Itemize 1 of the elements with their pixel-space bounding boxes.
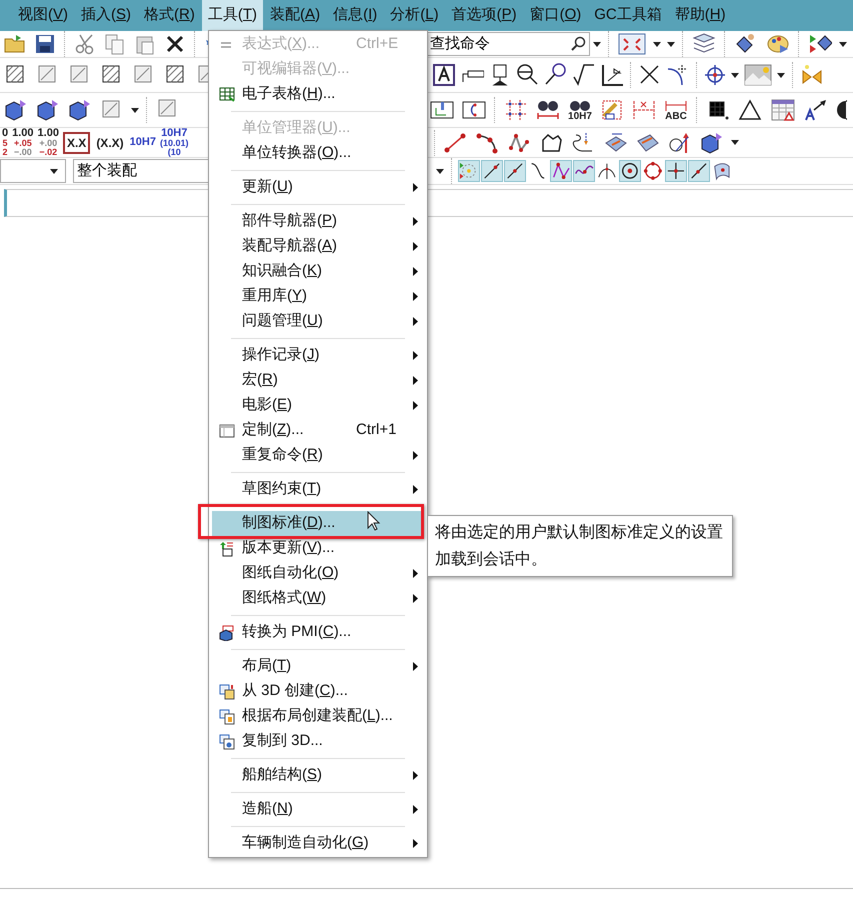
- tooltip: 将由选定的用户默认制图标准定义的设置加载到会话中。: [427, 515, 733, 577]
